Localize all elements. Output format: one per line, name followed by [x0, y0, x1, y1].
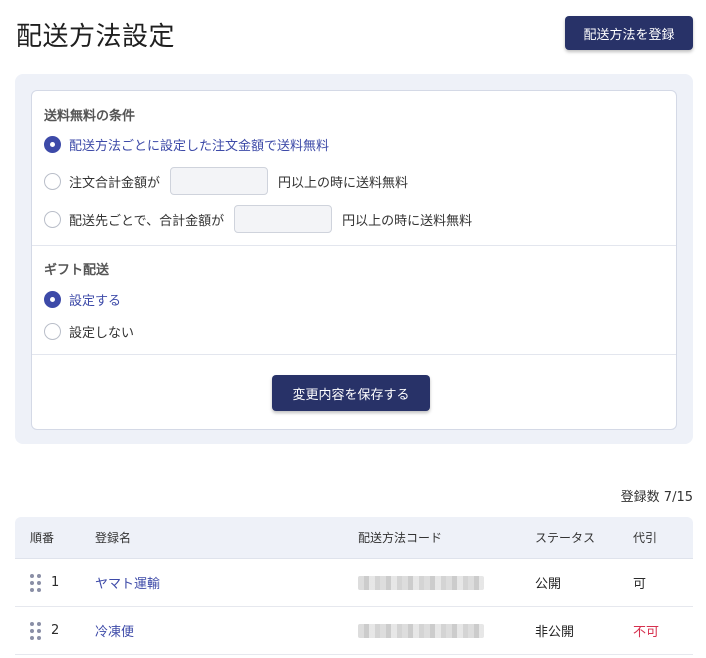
radio-checked-icon[interactable]: [44, 291, 61, 308]
row-status: 非公開: [535, 607, 574, 654]
radio-checked-icon[interactable]: [44, 136, 61, 153]
page-title: 配送方法設定: [16, 22, 176, 52]
status-text: 公開: [535, 577, 562, 592]
drag-handle-icon[interactable]: [30, 621, 41, 640]
registration-count: 登録数 7/15: [620, 490, 693, 505]
header-name: 登録名: [95, 531, 132, 545]
row-status: 公開: [535, 559, 561, 606]
option-label: 注文合計金額が: [69, 175, 161, 191]
cod-text: 不可: [633, 625, 660, 640]
destination-total-amount-input[interactable]: [234, 205, 333, 233]
order-number: 1: [51, 575, 60, 590]
shipping-methods-table: 順番 登録名 配送方法コード ステータス 代引 1 ヤマト運輸 公開 可 2 冷…: [15, 517, 693, 655]
save-changes-button[interactable]: 変更内容を保存する: [272, 375, 430, 411]
header-status: ステータス: [535, 531, 596, 545]
section-divider: [32, 354, 676, 355]
row-code: [358, 607, 484, 654]
header-order: 順番: [30, 531, 55, 545]
radio-unchecked-icon[interactable]: [44, 323, 61, 340]
free-shipping-option-per-destination[interactable]: 配送先ごとで、合計金額が 円以上の時に送料無料: [44, 205, 472, 233]
option-label: 配送先ごとで、合計金額が: [69, 213, 225, 229]
gift-option-enable[interactable]: 設定する: [44, 290, 121, 309]
option-suffix: 円以上の時に送料無料: [342, 213, 473, 229]
row-order: 1: [30, 559, 59, 606]
table-header: 順番 登録名 配送方法コード ステータス 代引: [15, 517, 693, 559]
section-divider: [32, 245, 676, 246]
drag-handle-icon[interactable]: [30, 573, 41, 592]
gift-shipping-heading: ギフト配送: [44, 263, 110, 278]
option-label: 配送方法ごとに設定した注文金額で送料無料: [69, 139, 330, 154]
table-row[interactable]: 1 ヤマト運輸 公開 可: [15, 559, 693, 607]
order-number: 2: [51, 623, 60, 638]
shipping-method-link[interactable]: 冷凍便: [95, 621, 134, 640]
row-code: [358, 559, 484, 606]
redacted-code: [358, 623, 484, 638]
row-name[interactable]: 冷凍便: [95, 607, 134, 654]
register-shipping-method-button[interactable]: 配送方法を登録: [565, 16, 693, 50]
row-cod: 可: [633, 559, 646, 606]
table-row[interactable]: 2 冷凍便 非公開 不可: [15, 607, 693, 655]
option-label: 設定する: [69, 294, 122, 309]
radio-unchecked-icon[interactable]: [44, 210, 61, 228]
row-order: 2: [30, 607, 59, 654]
radio-unchecked-icon[interactable]: [44, 172, 61, 190]
row-cod: 不可: [633, 607, 659, 654]
option-suffix: 円以上の時に送料無料: [278, 175, 409, 191]
shipping-method-link[interactable]: ヤマト運輸: [95, 573, 160, 592]
option-label: 設定しない: [69, 326, 135, 341]
header-code: 配送方法コード: [358, 531, 443, 545]
free-shipping-option-order-total[interactable]: 注文合計金額が 円以上の時に送料無料: [44, 167, 408, 195]
settings-panel: 送料無料の条件 配送方法ごとに設定した注文金額で送料無料 注文合計金額が 円以上…: [15, 74, 693, 444]
cod-text: 可: [633, 577, 647, 592]
order-total-amount-input[interactable]: [170, 167, 269, 195]
status-text: 非公開: [535, 625, 575, 640]
header-cod: 代引: [633, 531, 658, 545]
free-shipping-option-per-method[interactable]: 配送方法ごとに設定した注文金額で送料無料: [44, 135, 329, 154]
gift-option-disable[interactable]: 設定しない: [44, 322, 134, 341]
free-shipping-heading: 送料無料の条件: [44, 109, 136, 124]
row-name[interactable]: ヤマト運輸: [95, 559, 160, 606]
redacted-code: [358, 575, 484, 590]
settings-card: 送料無料の条件 配送方法ごとに設定した注文金額で送料無料 注文合計金額が 円以上…: [31, 90, 677, 430]
